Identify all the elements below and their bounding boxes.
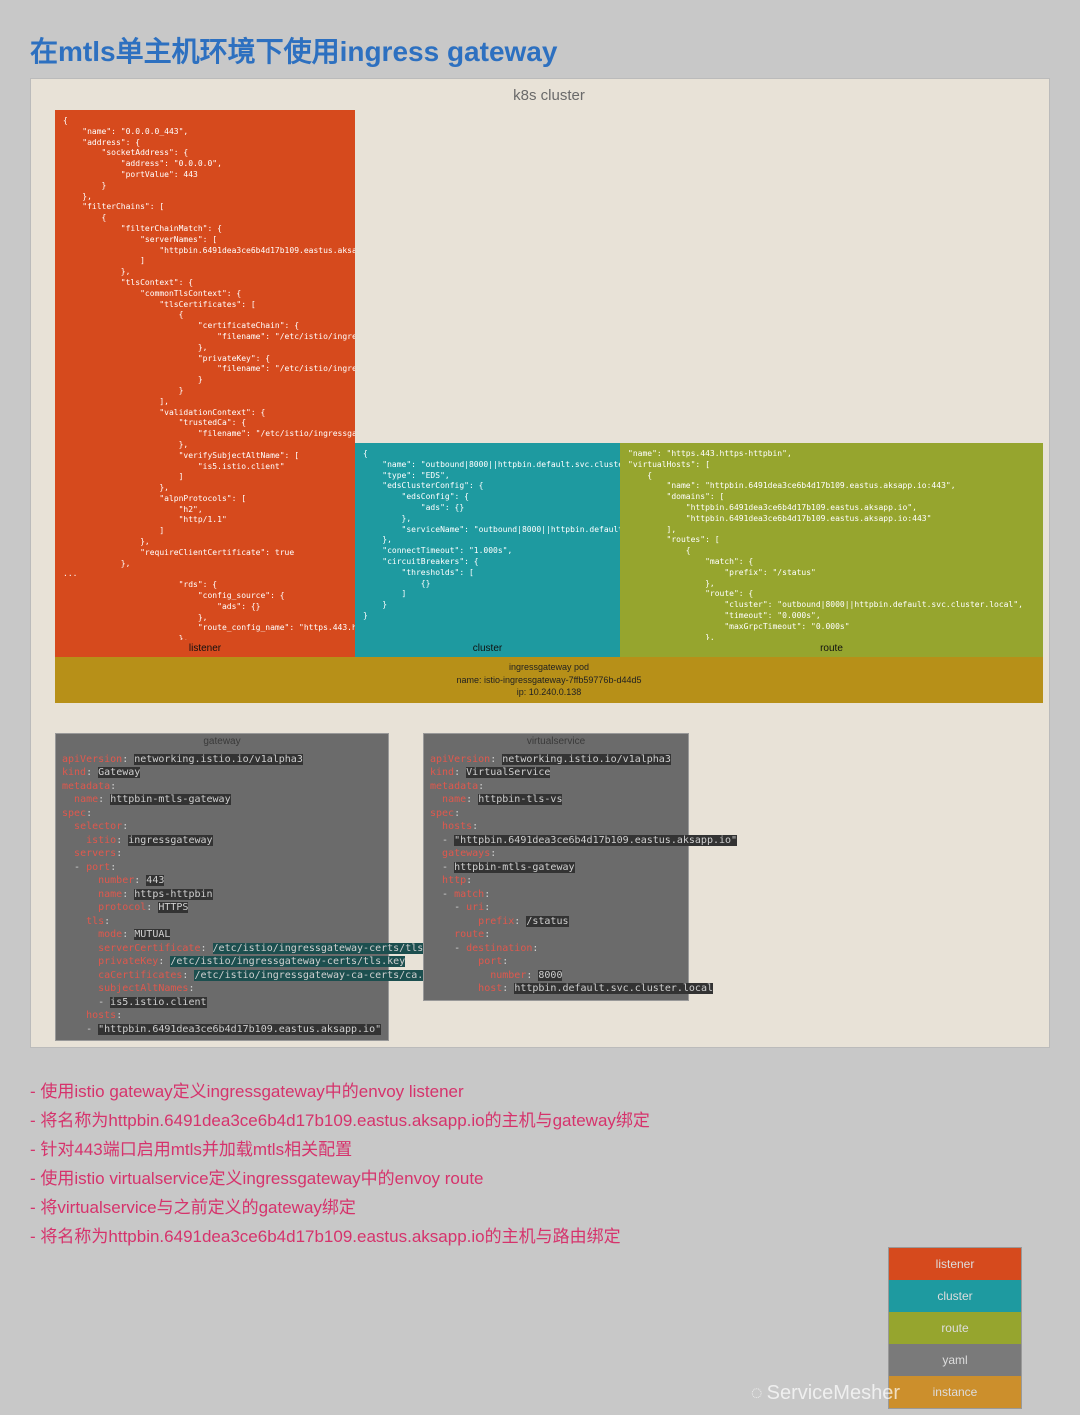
ingressgateway-pod: { "name": "0.0.0.0_443", "address": { "s… xyxy=(55,110,1043,703)
legend-listener: listener xyxy=(889,1248,1021,1280)
legend-cluster: cluster xyxy=(889,1280,1021,1312)
note-item: - 使用istio virtualservice定义ingressgateway… xyxy=(30,1165,1050,1194)
route-json: "name": "https.443.https-httpbin", "virt… xyxy=(620,443,1043,640)
legend-instance: instance xyxy=(889,1376,1021,1408)
page-title: 在mtls单主机环境下使用ingress gateway xyxy=(30,30,1050,70)
pod-line-2: name: istio-ingressgateway-7ffb59776b-d4… xyxy=(55,674,1043,687)
listener-column: { "name": "0.0.0.0_443", "address": { "s… xyxy=(55,110,355,657)
route-column: "name": "https.443.https-httpbin", "virt… xyxy=(620,443,1043,657)
gateway-yaml-code: apiVersion: networking.istio.io/v1alpha3… xyxy=(56,749,388,1041)
cluster-json: { "name": "outbound|8000||httpbin.defaul… xyxy=(355,443,620,640)
pod-line-1: ingressgateway pod xyxy=(55,661,1043,674)
note-item: - 将virtualservice与之前定义的gateway绑定 xyxy=(30,1194,1050,1223)
notes-list: - 使用istio gateway定义ingressgateway中的envoy… xyxy=(30,1078,1050,1251)
gateway-yaml-title: gateway xyxy=(56,734,388,749)
virtualservice-yaml-code: apiVersion: networking.istio.io/v1alpha3… xyxy=(424,749,688,1000)
gateway-yaml-card: gateway apiVersion: networking.istio.io/… xyxy=(55,733,389,1042)
note-item: - 将名称为httpbin.6491dea3ce6b4d17b109.eastu… xyxy=(30,1107,1050,1136)
virtualservice-yaml-title: virtualservice xyxy=(424,734,688,749)
pod-info-band: ingressgateway pod name: istio-ingressga… xyxy=(55,657,1043,703)
note-item: - 使用istio gateway定义ingressgateway中的envoy… xyxy=(30,1078,1050,1107)
legend-yaml: yaml xyxy=(889,1344,1021,1376)
cluster-label: k8s cluster xyxy=(55,85,1043,110)
legend-route: route xyxy=(889,1312,1021,1344)
route-band: route xyxy=(620,640,1043,657)
note-item: - 针对443端口启用mtls并加载mtls相关配置 xyxy=(30,1136,1050,1165)
wechat-icon: ◌ xyxy=(751,1382,763,1405)
cluster-band: cluster xyxy=(355,640,620,657)
listener-band: listener xyxy=(55,640,355,657)
watermark: ◌ ServiceMesher xyxy=(751,1382,900,1405)
pod-line-3: ip: 10.240.0.138 xyxy=(55,686,1043,699)
k8s-cluster-box: k8s cluster { "name": "0.0.0.0_443", "ad… xyxy=(30,78,1050,1048)
legend: listener cluster route yaml instance xyxy=(888,1247,1022,1409)
cluster-column: { "name": "outbound|8000||httpbin.defaul… xyxy=(355,443,620,657)
virtualservice-yaml-card: virtualservice apiVersion: networking.is… xyxy=(423,733,689,1001)
listener-json: { "name": "0.0.0.0_443", "address": { "s… xyxy=(55,110,355,640)
